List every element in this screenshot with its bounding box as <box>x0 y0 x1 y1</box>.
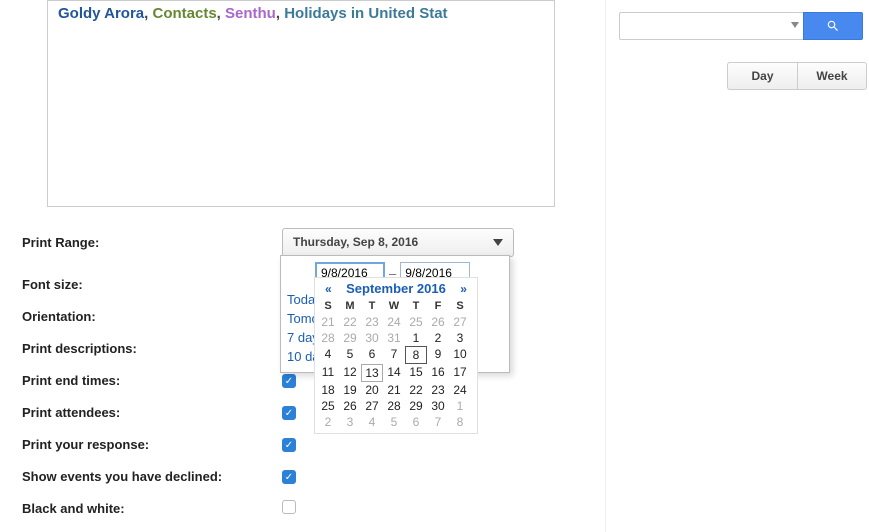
calendar-day[interactable]: 11 <box>317 364 339 382</box>
day-view-button[interactable]: Day <box>727 62 797 90</box>
calendar-day[interactable]: 31 <box>383 330 405 346</box>
calendar-day[interactable]: 30 <box>361 330 383 346</box>
print-preview: Goldy Arora, Contacts, Senthu, Holidays … <box>47 0 555 207</box>
calendar-day[interactable]: 7 <box>427 414 449 430</box>
calendar-day[interactable]: 3 <box>449 330 471 346</box>
calendar-dow: M <box>339 298 361 314</box>
calendar-day[interactable]: 18 <box>317 382 339 398</box>
next-month-button[interactable]: » <box>456 282 471 296</box>
calendar-day[interactable]: 5 <box>383 414 405 430</box>
date-picker: « September 2016 » SMTWTFS21222324252627… <box>314 277 478 434</box>
black-white-label: Black and white: <box>22 501 282 516</box>
chevron-down-icon[interactable] <box>791 22 799 28</box>
calendar-day[interactable]: 25 <box>405 314 427 330</box>
calendar-list: Goldy Arora, Contacts, Senthu, Holidays … <box>58 5 544 22</box>
calendar-dow: T <box>405 298 427 314</box>
black-white-checkbox[interactable] <box>282 500 296 514</box>
print-end-times-label: Print end times: <box>22 373 282 388</box>
calendar-dow: F <box>427 298 449 314</box>
calendar-dow: T <box>361 298 383 314</box>
calendar-day[interactable]: 6 <box>405 414 427 430</box>
calendar-day[interactable]: 3 <box>339 414 361 430</box>
calendar-day[interactable]: 30 <box>427 398 449 414</box>
calendar-day[interactable]: 13 <box>361 364 383 382</box>
prev-month-button[interactable]: « <box>321 282 336 296</box>
print-attendees-checkbox[interactable]: ✓ <box>282 406 296 420</box>
calendar-day[interactable]: 17 <box>449 364 471 382</box>
calendar-day[interactable]: 4 <box>317 346 339 364</box>
calendar-day[interactable]: 7 <box>383 346 405 364</box>
orientation-label: Orientation: <box>22 309 282 324</box>
calendar-day[interactable]: 24 <box>449 382 471 398</box>
calendar-day[interactable]: 14 <box>383 364 405 382</box>
calendar-day[interactable]: 29 <box>339 330 361 346</box>
calendar-day[interactable]: 1 <box>449 398 471 414</box>
print-response-checkbox[interactable]: ✓ <box>282 438 296 452</box>
calendar-day[interactable]: 23 <box>361 314 383 330</box>
calendar-day[interactable]: 5 <box>339 346 361 364</box>
calendar-day[interactable]: 2 <box>317 414 339 430</box>
calendar-day[interactable]: 4 <box>361 414 383 430</box>
print-response-label: Print your response: <box>22 437 282 452</box>
calendar-day[interactable]: 23 <box>427 382 449 398</box>
calendar-day[interactable]: 28 <box>383 398 405 414</box>
print-attendees-label: Print attendees: <box>22 405 282 420</box>
calendar-month-label: September 2016 <box>346 281 446 296</box>
calendar-day[interactable]: 21 <box>383 382 405 398</box>
search-button[interactable] <box>803 12 863 40</box>
calendar-day[interactable]: 8 <box>449 414 471 430</box>
calendar-day[interactable]: 8 <box>405 346 427 364</box>
calendar-day[interactable]: 15 <box>405 364 427 382</box>
calendar-day[interactable]: 16 <box>427 364 449 382</box>
calendar-day[interactable]: 29 <box>405 398 427 414</box>
calendar-day[interactable]: 20 <box>361 382 383 398</box>
calendar-dow: S <box>449 298 471 314</box>
search-input[interactable] <box>619 12 803 40</box>
calendar-name: Senthu <box>225 5 276 22</box>
calendar-day[interactable]: 12 <box>339 364 361 382</box>
calendar-day[interactable]: 9 <box>427 346 449 364</box>
calendar-day[interactable]: 24 <box>383 314 405 330</box>
calendar-day[interactable]: 26 <box>427 314 449 330</box>
calendar-name: Goldy Arora <box>58 5 144 22</box>
calendar-day[interactable]: 6 <box>361 346 383 364</box>
calendar-dow: W <box>383 298 405 314</box>
chevron-down-icon <box>493 239 503 246</box>
calendar-day[interactable]: 10 <box>449 346 471 364</box>
show-declined-checkbox[interactable]: ✓ <box>282 470 296 484</box>
calendar-day[interactable]: 2 <box>427 330 449 346</box>
print-range-dropdown[interactable]: Thursday, Sep 8, 2016 <box>282 228 514 257</box>
calendar-name: Holidays in United Stat <box>284 5 447 22</box>
calendar-dow: S <box>317 298 339 314</box>
calendar-day[interactable]: 25 <box>317 398 339 414</box>
print-range-label: Print Range: <box>22 235 282 250</box>
calendar-day[interactable]: 1 <box>405 330 427 346</box>
calendar-day[interactable]: 22 <box>339 314 361 330</box>
calendar-day[interactable]: 22 <box>405 382 427 398</box>
show-declined-label: Show events you have declined: <box>22 469 282 484</box>
search-icon <box>826 19 840 33</box>
print-descriptions-label: Print descriptions: <box>22 341 282 356</box>
week-view-button[interactable]: Week <box>797 62 867 90</box>
calendar-day[interactable]: 26 <box>339 398 361 414</box>
font-size-label: Font size: <box>22 277 282 292</box>
print-range-value: Thursday, Sep 8, 2016 <box>293 235 418 249</box>
calendar-day[interactable]: 21 <box>317 314 339 330</box>
print-end-times-checkbox[interactable]: ✓ <box>282 374 296 388</box>
calendar-day[interactable]: 27 <box>449 314 471 330</box>
calendar-name: Contacts <box>152 5 216 22</box>
calendar-day[interactable]: 19 <box>339 382 361 398</box>
calendar-day[interactable]: 28 <box>317 330 339 346</box>
calendar-day[interactable]: 27 <box>361 398 383 414</box>
